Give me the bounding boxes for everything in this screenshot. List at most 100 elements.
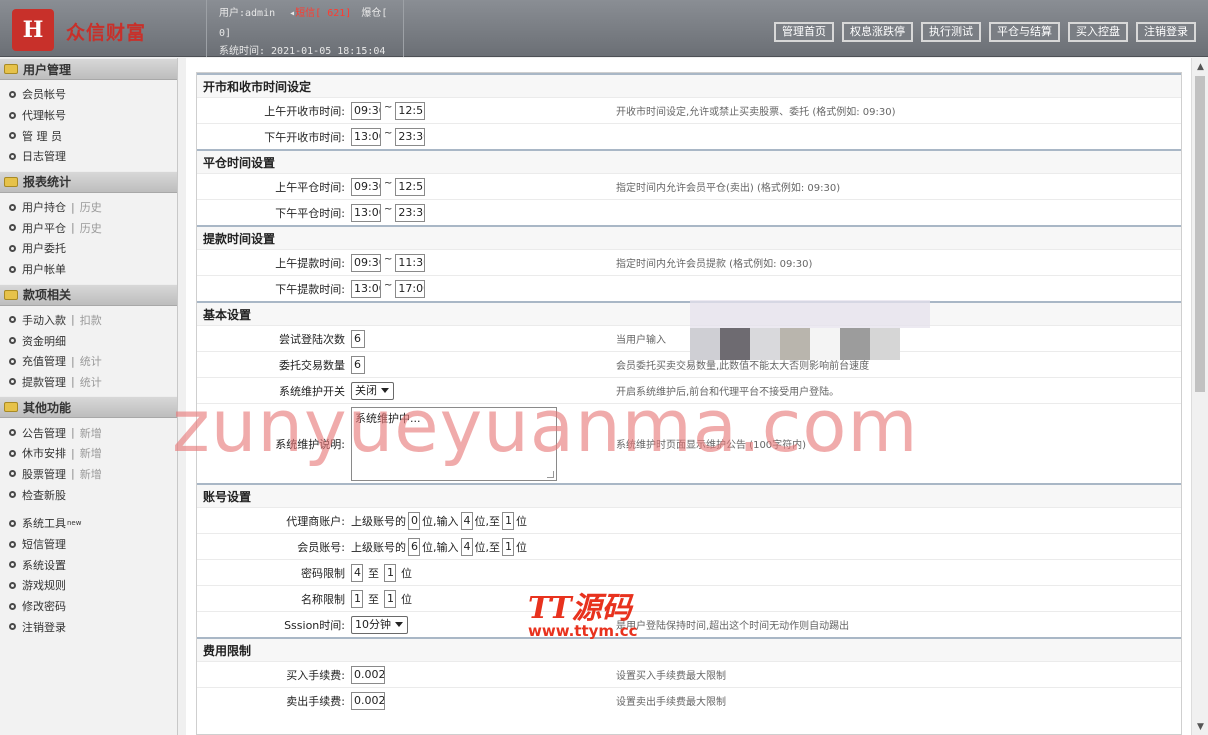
sidebar-item-label: 短信管理 bbox=[22, 538, 66, 552]
sidebar-item-agent-account[interactable]: 代理帐号 bbox=[0, 105, 177, 126]
scroll-down-icon[interactable]: ▼ bbox=[1192, 718, 1208, 735]
nav-run-test-button[interactable]: 执行测试 bbox=[921, 22, 981, 42]
sidebar-item-closed[interactable]: 用户平仓 | 历史 bbox=[0, 217, 177, 238]
sidebar-item-new-stocks[interactable]: 检查新股 bbox=[0, 484, 177, 505]
vertical-scrollbar[interactable]: ▲ ▼ bbox=[1191, 58, 1208, 735]
sidebar-item-positions[interactable]: 用户持仓 | 历史 bbox=[0, 197, 177, 218]
inline-text: 位,至 bbox=[474, 540, 501, 554]
sidebar-item-withdraw[interactable]: 提款管理 | 统计 bbox=[0, 372, 177, 393]
inline-text: 位 bbox=[401, 566, 412, 580]
pm-close-to-input[interactable]: 23:30 bbox=[395, 203, 426, 222]
am-open-input[interactable]: 09:30 bbox=[351, 101, 381, 120]
agent-min-input[interactable]: 4 bbox=[460, 511, 473, 530]
sidebar-item-log[interactable]: 日志管理 bbox=[0, 146, 177, 167]
sidebar-item-holiday[interactable]: 休市安排 | 新增 bbox=[0, 443, 177, 464]
sidebar-item-rules[interactable]: 游戏规则 bbox=[0, 575, 177, 596]
field-note: 开收市时间设定,允许或禁止买卖股票、委托 (格式例如: 09:30) bbox=[616, 107, 896, 118]
pm-close-input[interactable]: 23:30 bbox=[395, 127, 426, 146]
sidebar-section-reports[interactable]: 报表统计 bbox=[0, 170, 177, 193]
sidebar-sublink-history[interactable]: 历史 bbox=[80, 199, 102, 215]
member-min-input[interactable]: 4 bbox=[460, 537, 473, 556]
row-order-count: 委托交易数量 6 会员委托买卖交易数量,此数值不能太大否则影响前台速度 bbox=[197, 351, 1181, 377]
nav-buy-control-button[interactable]: 买入控盘 bbox=[1068, 22, 1128, 42]
sidebar-item-bills[interactable]: 用户帐单 bbox=[0, 259, 177, 280]
sidebar-sublink-deduct[interactable]: 扣款 bbox=[80, 312, 102, 328]
field-label: 上午开收市时间: bbox=[264, 104, 345, 118]
sidebar-item-label: 日志管理 bbox=[22, 150, 66, 164]
row-password-limit: 密码限制 4 至 1: 位 bbox=[197, 559, 1181, 585]
bullet-icon bbox=[9, 203, 16, 211]
sidebar-section-user[interactable]: 用户管理 bbox=[0, 58, 177, 80]
group-account: 账号设置 bbox=[197, 483, 1181, 507]
sidebar-item-label: 手动入款 bbox=[22, 313, 66, 327]
agent-prefix-input[interactable]: 0 bbox=[408, 511, 420, 530]
inline-text: 上级账号的 bbox=[351, 540, 406, 554]
sidebar-item-notice[interactable]: 公告管理 | 新增 bbox=[0, 422, 177, 443]
sidebar-section-other[interactable]: 其他功能 bbox=[0, 396, 177, 419]
sidebar-item-fund-detail[interactable]: 资金明细 bbox=[0, 330, 177, 351]
am-close-input[interactable]: 12:55 bbox=[395, 101, 426, 120]
sidebar-item-recharge[interactable]: 充值管理 | 统计 bbox=[0, 351, 177, 372]
member-prefix-input[interactable]: 6 bbox=[408, 537, 420, 556]
order-count-input[interactable]: 6 bbox=[351, 355, 365, 374]
pm-close-from-input[interactable]: 13:00 bbox=[351, 203, 381, 222]
maintenance-desc-textarea[interactable]: 系统维护中... bbox=[351, 406, 557, 481]
sidebar-item-label: 充值管理 bbox=[22, 355, 66, 369]
name-max-input[interactable]: 1: bbox=[384, 589, 396, 608]
maintenance-select[interactable]: 关闭 bbox=[351, 381, 394, 400]
sidebar-item-label: 股票管理 bbox=[22, 467, 66, 481]
am-withdraw-from-input[interactable]: 09:30 bbox=[351, 253, 381, 272]
sidebar-item-sms[interactable]: 短信管理 bbox=[0, 534, 177, 555]
sidebar-item-manual-deposit[interactable]: 手动入款 | 扣款 bbox=[0, 310, 177, 331]
password-max-input[interactable]: 1: bbox=[384, 563, 396, 582]
row-am-close: 上午平仓时间: 09:30~12:55 指定时间内允许会员平仓(卖出) (格式例… bbox=[197, 173, 1181, 199]
sell-fee-input[interactable]: 0.002 bbox=[351, 691, 385, 710]
bullet-icon bbox=[9, 132, 16, 140]
sidebar-sublink-add[interactable]: 新增 bbox=[80, 425, 102, 441]
bullet-icon bbox=[9, 244, 16, 252]
nav-settlement-button[interactable]: 平仓与结算 bbox=[989, 22, 1060, 42]
bullet-icon bbox=[9, 316, 16, 324]
scroll-thumb[interactable] bbox=[1195, 76, 1205, 392]
am-close-from-input[interactable]: 09:30 bbox=[351, 177, 381, 196]
member-max-input[interactable]: 1( bbox=[502, 537, 514, 556]
section-title: 其他功能 bbox=[23, 400, 72, 415]
field-label: 下午开收市时间: bbox=[264, 130, 345, 144]
top-nav: 管理首页 权息涨跌停 执行测试 平仓与结算 买入控盘 注销登录 bbox=[774, 22, 1196, 42]
sidebar-sublink-add[interactable]: 新增 bbox=[80, 466, 102, 482]
pm-withdraw-from-input[interactable]: 13:00 bbox=[351, 279, 381, 298]
nav-home-button[interactable]: 管理首页 bbox=[774, 22, 834, 42]
sidebar-item-orders[interactable]: 用户委托 bbox=[0, 238, 177, 259]
sidebar-sublink-history[interactable]: 历史 bbox=[80, 220, 102, 236]
scroll-up-icon[interactable]: ▲ bbox=[1192, 58, 1208, 75]
bullet-icon bbox=[9, 111, 16, 119]
bullet-icon bbox=[9, 337, 16, 345]
password-min-input[interactable]: 4 bbox=[351, 563, 363, 582]
pm-withdraw-to-input[interactable]: 17:00 bbox=[395, 279, 426, 298]
login-attempts-input[interactable]: 6 bbox=[351, 329, 365, 348]
am-close-to-input[interactable]: 12:55 bbox=[395, 177, 426, 196]
am-withdraw-to-input[interactable]: 11:30 bbox=[395, 253, 426, 272]
name-min-input[interactable]: 1 bbox=[351, 589, 363, 608]
sidebar-item-admin[interactable]: 管 理 员 bbox=[0, 125, 177, 146]
sidebar-item-logout[interactable]: 注销登录 bbox=[0, 616, 177, 637]
sidebar-sublink-stats[interactable]: 统计 bbox=[80, 353, 102, 369]
nav-logout-button[interactable]: 注销登录 bbox=[1136, 22, 1196, 42]
pm-open-input[interactable]: 13:00 bbox=[351, 127, 381, 146]
field-note: 是用户登陆保持时间,超出这个时间无动作则自动踢出 bbox=[616, 621, 850, 632]
agent-max-input[interactable]: 1: bbox=[502, 511, 514, 530]
sidebar-item-system-tools[interactable]: 系统工具 new bbox=[0, 513, 177, 534]
sidebar-item-password[interactable]: 修改密码 bbox=[0, 596, 177, 617]
sidebar-item-stocks[interactable]: 股票管理 | 新增 bbox=[0, 464, 177, 485]
session-select[interactable]: 10分钟 bbox=[351, 615, 408, 634]
sidebar-item-member-account[interactable]: 会员帐号 bbox=[0, 84, 177, 105]
sidebar-sublink-add[interactable]: 新增 bbox=[80, 445, 102, 461]
buy-fee-input[interactable]: 0.002 bbox=[351, 665, 385, 684]
row-pm-market: 下午开收市时间: 13:00~23:30 bbox=[197, 123, 1181, 149]
folder-icon bbox=[4, 402, 18, 413]
nav-rights-limit-button[interactable]: 权息涨跌停 bbox=[842, 22, 913, 42]
sidebar-item-settings[interactable]: 系统设置 bbox=[0, 554, 177, 575]
sms-link[interactable]: 短信[ 621] bbox=[295, 8, 351, 19]
sidebar-section-funds[interactable]: 款项相关 bbox=[0, 283, 177, 306]
sidebar-sublink-stats[interactable]: 统计 bbox=[80, 374, 102, 390]
